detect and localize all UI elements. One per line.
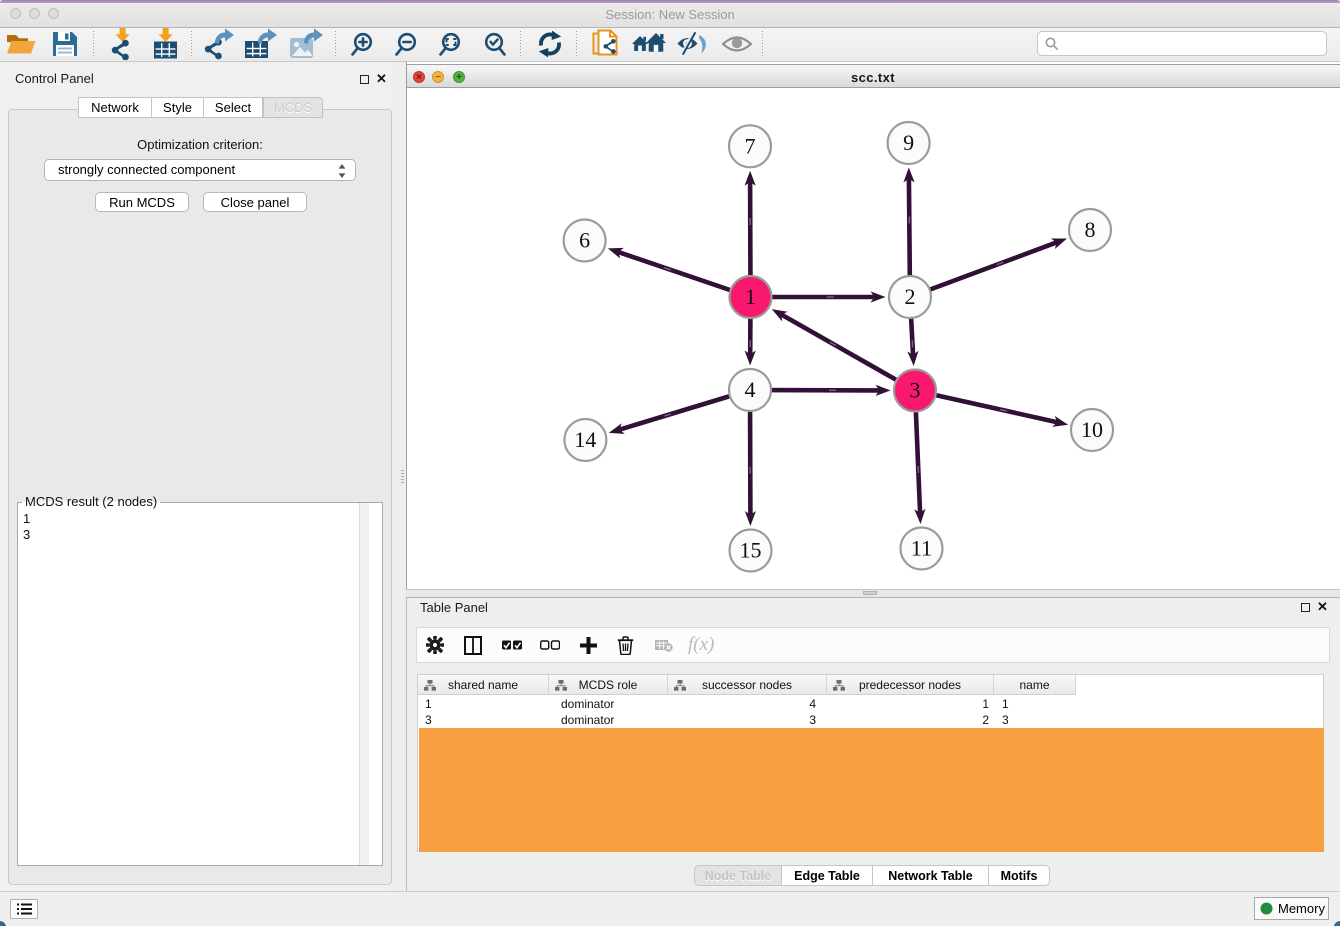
svg-text:11: 11 <box>911 536 932 561</box>
svg-text:15: 15 <box>740 538 762 563</box>
svg-text:4: 4 <box>745 377 756 402</box>
svg-text:6: 6 <box>579 228 590 253</box>
svg-text:3: 3 <box>910 378 921 403</box>
svg-text:14: 14 <box>574 427 596 452</box>
svg-text:10: 10 <box>1081 417 1103 442</box>
svg-text:7: 7 <box>745 133 756 158</box>
svg-text:1: 1 <box>745 284 756 309</box>
svg-text:8: 8 <box>1085 217 1096 242</box>
svg-text:2: 2 <box>905 284 916 309</box>
svg-text:9: 9 <box>903 130 914 155</box>
